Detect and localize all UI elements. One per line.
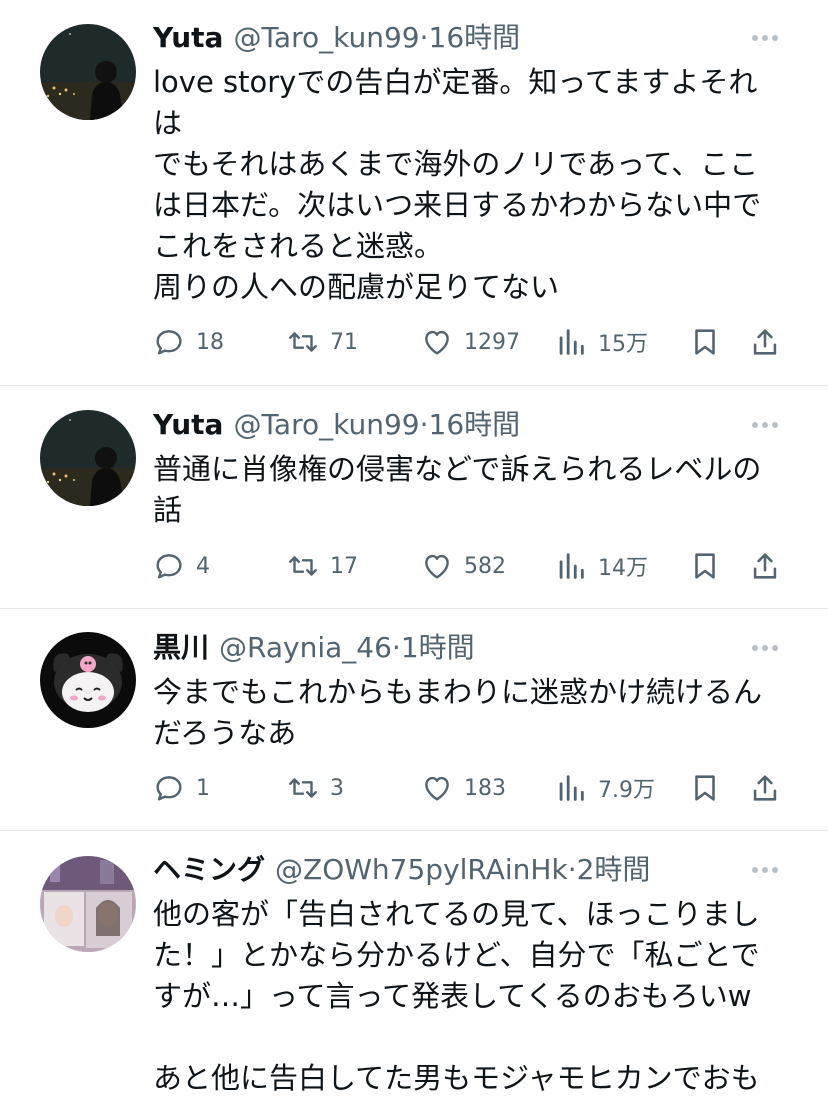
retweet-icon xyxy=(289,332,317,352)
timestamp[interactable]: 2時間 xyxy=(577,853,651,886)
retweet-count: 71 xyxy=(330,329,358,355)
like-button[interactable]: 183 xyxy=(420,768,506,808)
timestamp[interactable]: 1時間 xyxy=(401,631,475,664)
timestamp[interactable]: 16時間 xyxy=(429,408,521,441)
reply-button[interactable]: 4 xyxy=(152,546,210,586)
separator-dot: · xyxy=(419,21,429,54)
analytics-icon xyxy=(559,329,584,355)
share-icon xyxy=(753,553,777,579)
divider xyxy=(0,830,828,831)
author-name[interactable]: 黒川 xyxy=(153,631,209,664)
tweet-text: 他の客が「告白されてるの見て、ほっこりまし た！」とかなら分かるけど、自分で「私… xyxy=(153,897,760,1095)
author-name[interactable]: ヘミング xyxy=(153,853,265,886)
kuromi-avatar-icon xyxy=(40,632,136,728)
like-button[interactable]: 1297 xyxy=(420,322,520,362)
reply-count: 1 xyxy=(196,775,210,801)
tweet-header: ヘミング @ZOWh75pylRAinHk·2時間 xyxy=(153,850,650,890)
reply-count: 18 xyxy=(196,329,224,355)
tweet-actions: 18 71 1297 15万 xyxy=(0,322,828,362)
retweet-icon xyxy=(289,556,317,576)
views-button[interactable]: 14万 xyxy=(554,546,648,586)
like-count: 1297 xyxy=(464,329,520,355)
view-count: 14万 xyxy=(598,556,648,581)
author-handle[interactable]: @Raynia_46 xyxy=(219,631,392,664)
tweet-actions: 1 3 183 7.9万 xyxy=(0,768,828,808)
analytics-icon xyxy=(559,775,584,801)
bookmark-icon xyxy=(695,775,715,801)
reply-icon xyxy=(156,554,182,579)
separator-dot: · xyxy=(419,408,429,441)
share-icon xyxy=(753,775,777,801)
retweet-button[interactable]: 17 xyxy=(286,546,358,586)
tweet-text: love storyでの告白が定番。知ってますよそれ は でもそれはあくまで海外… xyxy=(153,65,762,304)
like-count: 183 xyxy=(464,775,506,801)
share-icon xyxy=(753,329,777,355)
analytics-icon xyxy=(559,553,584,579)
more-options-icon[interactable] xyxy=(752,640,786,656)
night-city-avatar-icon xyxy=(40,410,136,506)
tweet-header: Yuta @Taro_kun99·16時間 xyxy=(153,405,520,445)
bookmark-icon xyxy=(695,553,715,579)
retweet-button[interactable]: 3 xyxy=(286,768,344,808)
divider xyxy=(0,608,828,609)
retweet-count: 17 xyxy=(330,553,358,579)
tweet-text: 普通に肖像権の侵害などで訴えられるレベルの 話 xyxy=(153,452,762,527)
views-button[interactable]: 7.9万 xyxy=(554,768,655,808)
avatar[interactable] xyxy=(40,856,136,952)
separator-dot: · xyxy=(567,853,577,886)
author-handle[interactable]: @Taro_kun99 xyxy=(233,408,419,441)
reply-icon xyxy=(156,776,182,801)
author-name[interactable]: Yuta xyxy=(153,21,223,54)
bookmark-button[interactable] xyxy=(688,322,732,362)
tweet-header: Yuta @Taro_kun99·16時間 xyxy=(153,18,520,58)
heart-icon xyxy=(425,554,449,579)
heart-icon xyxy=(425,776,449,801)
view-count: 7.9万 xyxy=(598,778,655,803)
avatar[interactable] xyxy=(40,24,136,120)
bookmark-icon xyxy=(695,329,715,355)
bookmark-button[interactable] xyxy=(688,768,732,808)
separator-dot: · xyxy=(391,631,401,664)
night-city-avatar-icon xyxy=(40,24,136,120)
reply-icon xyxy=(156,330,182,355)
avatar[interactable] xyxy=(40,410,136,506)
more-options-icon[interactable] xyxy=(752,862,786,878)
timestamp[interactable]: 16時間 xyxy=(429,21,521,54)
author-handle[interactable]: @ZOWh75pylRAinHk xyxy=(275,853,568,886)
tweet-text: 今までもこれからもまわりに迷惑かけ続けるん だろうなあ xyxy=(153,675,763,750)
tweet-actions: 4 17 582 14万 xyxy=(0,546,828,586)
retweet-count: 3 xyxy=(330,775,344,801)
reply-button[interactable]: 1 xyxy=(152,768,210,808)
reply-button[interactable]: 18 xyxy=(152,322,224,362)
avatar[interactable] xyxy=(40,632,136,728)
heart-icon xyxy=(425,330,449,355)
bookmark-button[interactable] xyxy=(688,546,732,586)
view-count: 15万 xyxy=(598,332,648,357)
share-button[interactable] xyxy=(748,768,792,808)
more-options-icon[interactable] xyxy=(752,30,786,46)
retweet-button[interactable]: 71 xyxy=(286,322,358,362)
retweet-icon xyxy=(289,778,317,798)
more-options-icon[interactable] xyxy=(752,417,786,433)
divider xyxy=(0,385,828,386)
author-handle[interactable]: @Taro_kun99 xyxy=(233,21,419,54)
like-button[interactable]: 582 xyxy=(420,546,506,586)
like-count: 582 xyxy=(464,553,506,579)
share-button[interactable] xyxy=(748,546,792,586)
tweet-header: 黒川 @Raynia_46·1時間 xyxy=(153,628,475,668)
views-button[interactable]: 15万 xyxy=(554,322,648,362)
share-button[interactable] xyxy=(748,322,792,362)
photo-avatar-icon xyxy=(40,856,136,952)
author-name[interactable]: Yuta xyxy=(153,408,223,441)
reply-count: 4 xyxy=(196,553,210,579)
